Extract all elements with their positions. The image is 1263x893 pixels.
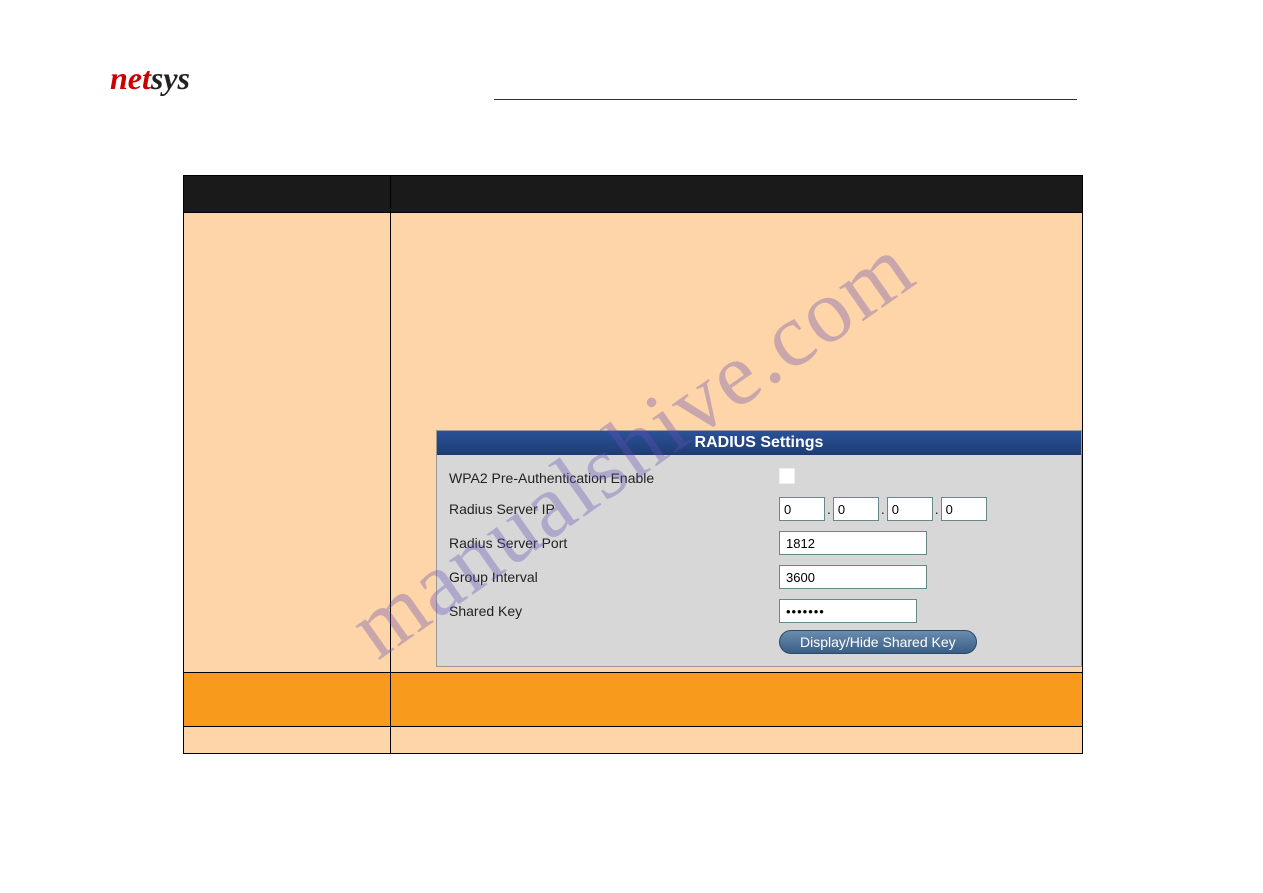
shared-key-input[interactable] [779, 599, 917, 623]
group-interval-row: Group Interval [449, 560, 1069, 594]
shared-key-label: Shared Key [449, 603, 779, 619]
table-orange-row [184, 672, 1082, 726]
group-interval-label: Group Interval [449, 569, 779, 585]
server-port-label: Radius Server Port [449, 535, 779, 551]
logo: netsys [110, 60, 190, 97]
server-ip-octet-1[interactable] [779, 497, 825, 521]
table-header-right [391, 176, 1082, 212]
server-port-input[interactable] [779, 531, 927, 555]
radius-panel-body: WPA2 Pre-Authentication Enable Radius Se… [437, 455, 1081, 666]
table-content-left [184, 213, 391, 672]
preauth-label: WPA2 Pre-Authentication Enable [449, 470, 779, 486]
server-ip-octet-2[interactable] [833, 497, 879, 521]
shared-key-row: Shared Key [449, 594, 1069, 628]
main-table: RADIUS Settings WPA2 Pre-Authentication … [183, 175, 1083, 754]
radius-settings-panel: RADIUS Settings WPA2 Pre-Authentication … [436, 430, 1082, 667]
table-content-right: RADIUS Settings WPA2 Pre-Authentication … [391, 213, 1082, 672]
radius-panel-title: RADIUS Settings [437, 431, 1081, 455]
header-rule [494, 99, 1077, 100]
ip-dot: . [825, 501, 833, 517]
display-hide-shared-key-button[interactable]: Display/Hide Shared Key [779, 630, 977, 654]
server-port-row: Radius Server Port [449, 526, 1069, 560]
server-ip-label: Radius Server IP [449, 501, 779, 517]
table-header-left [184, 176, 391, 212]
table-orange-right [391, 673, 1082, 726]
logo-part-sys: sys [151, 60, 190, 96]
shared-key-button-row: Display/Hide Shared Key [449, 628, 1069, 658]
group-interval-input[interactable] [779, 565, 927, 589]
preauth-row: WPA2 Pre-Authentication Enable [449, 463, 1069, 492]
logo-part-net: net [110, 60, 151, 96]
table-bottom-left [184, 727, 391, 753]
table-orange-left [184, 673, 391, 726]
table-header-row [184, 176, 1082, 212]
server-ip-octet-3[interactable] [887, 497, 933, 521]
server-ip-row: Radius Server IP ... [449, 492, 1069, 526]
ip-dot: . [879, 501, 887, 517]
table-bottom-row [184, 726, 1082, 753]
server-ip-octet-4[interactable] [941, 497, 987, 521]
table-bottom-right [391, 727, 1082, 753]
preauth-checkbox[interactable] [779, 468, 795, 484]
table-content-row: RADIUS Settings WPA2 Pre-Authentication … [184, 212, 1082, 672]
ip-dot: . [933, 501, 941, 517]
